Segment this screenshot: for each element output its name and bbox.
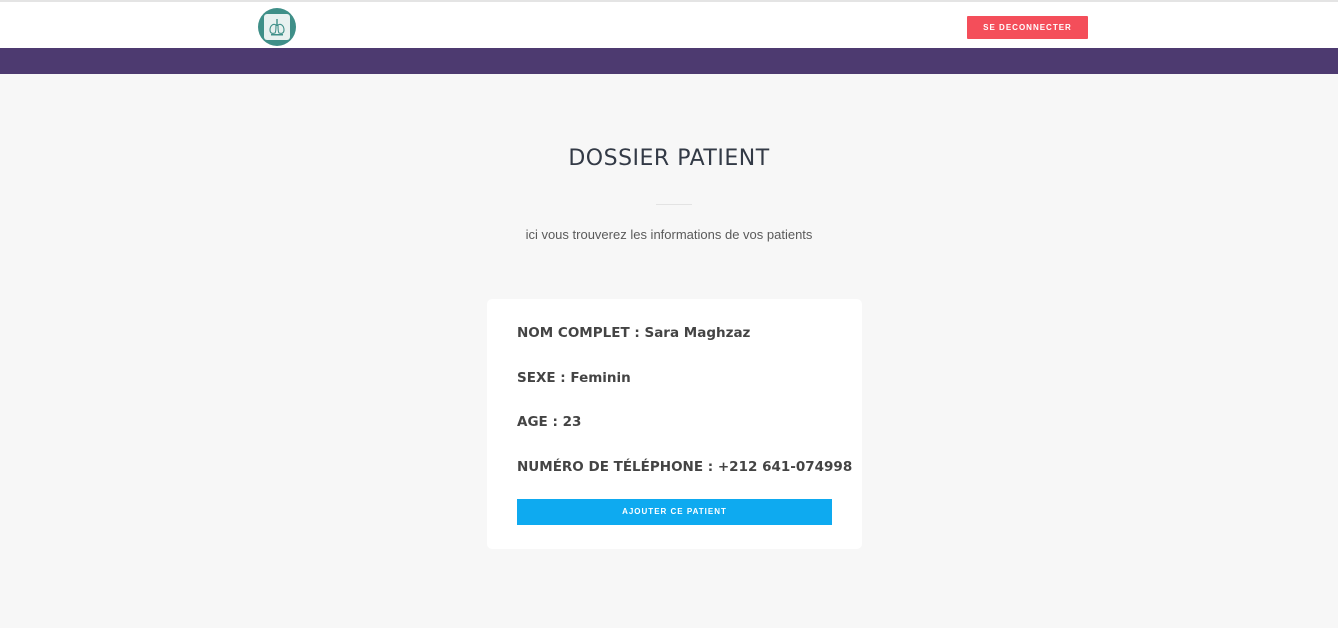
patient-card: NOM COMPLET : Sara Maghzaz SEXE : Femini…	[487, 299, 862, 549]
phone-label: NUMÉRO DE TÉLÉPHONE	[517, 459, 704, 475]
fullname-value: Sara Maghzaz	[644, 325, 751, 341]
age-label: AGE	[517, 414, 548, 430]
clinic-logo-icon[interactable]	[258, 8, 296, 46]
logout-button[interactable]: SE DECONNECTER	[967, 16, 1088, 39]
page-subtitle: ici vous trouverez les informations de v…	[525, 227, 813, 242]
patient-sex-field: SEXE : Feminin	[517, 370, 631, 386]
age-value: 23	[562, 414, 582, 430]
sex-value: Feminin	[570, 370, 631, 386]
lungs-icon	[269, 19, 285, 36]
patient-age-field: AGE : 23	[517, 414, 582, 430]
patient-fullname-field: NOM COMPLET : Sara Maghzaz	[517, 325, 751, 341]
phone-value: +212 641-074998	[717, 459, 853, 475]
sex-label: SEXE	[517, 370, 556, 386]
patient-phone-field: NUMÉRO DE TÉLÉPHONE : +212 641-074998	[517, 459, 853, 475]
page-title: DOSSIER PATIENT	[568, 146, 770, 171]
logo-emblem	[264, 14, 290, 40]
fullname-label: NOM COMPLET	[517, 325, 630, 341]
header-band	[0, 48, 1338, 74]
title-divider	[656, 204, 692, 205]
site-header: SE DECONNECTER	[0, 2, 1338, 48]
add-patient-button[interactable]: AJOUTER CE PATIENT	[517, 499, 832, 525]
